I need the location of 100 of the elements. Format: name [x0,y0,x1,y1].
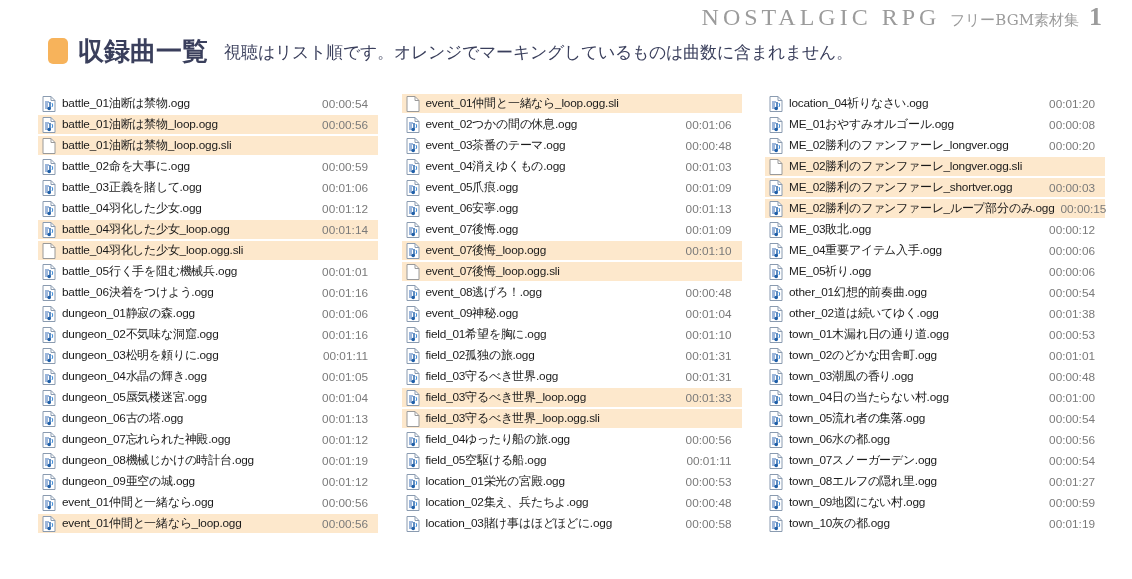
file-row[interactable]: event_01仲間と一緒なら_loop.ogg.sli [401,94,742,113]
file-name: event_04消えゆくもの.ogg [425,158,567,175]
file-name: battle_06決着をつけよう.ogg [62,284,215,301]
duration: 00:00:53 [1049,327,1095,342]
audio-file-icon [769,452,783,469]
file-row[interactable]: town_10灰の都.ogg 00:01:19 [765,514,1105,533]
file-row[interactable]: town_07スノーガーデン.ogg 00:00:54 [765,451,1105,470]
file-row[interactable]: event_03茶番のテーマ.ogg 00:00:48 [401,136,742,155]
file-row[interactable]: location_04祈りなさい.ogg 00:01:20 [765,94,1105,113]
file-row[interactable]: field_03守るべき世界_loop.ogg.sli [401,409,742,428]
file-row[interactable]: ME_02勝利のファンファーレ_shortver.ogg 00:00:03 [765,178,1105,197]
file-row[interactable]: town_05流れ者の集落.ogg 00:00:54 [765,409,1105,428]
file-row[interactable]: field_04ゆったり船の旅.ogg 00:00:56 [401,430,742,449]
duration: 00:01:10 [685,327,732,342]
file-row[interactable]: town_08エルフの隠れ里.ogg 00:01:27 [765,472,1105,491]
file-row[interactable]: dungeon_08機械じかけの時計台.ogg 00:01:19 [38,451,378,470]
file-row[interactable]: ME_04重要アイテム入手.ogg 00:00:06 [765,241,1105,260]
file-row[interactable]: dungeon_09亜空の城.ogg 00:01:12 [38,472,378,491]
file-row[interactable]: battle_05行く手を阻む機械兵.ogg 00:01:01 [38,262,378,281]
file-row[interactable]: battle_04羽化した少女_loop.ogg 00:01:14 [38,220,378,239]
file-row[interactable]: other_02道は続いてゆく.ogg 00:01:38 [765,304,1105,323]
file-row[interactable]: dungeon_05蜃気楼迷宮.ogg 00:01:04 [38,388,378,407]
file-name: other_01幻想的前奏曲.ogg [789,284,928,301]
file-row[interactable]: ME_05祈り.ogg 00:00:06 [765,262,1105,281]
file-row[interactable]: ME_02勝利のファンファーレ_longver.ogg.sli [765,157,1105,176]
file-row[interactable]: event_06安寧.ogg 00:01:13 [401,199,742,218]
audio-file-icon [42,410,56,427]
blank-file-icon [405,410,420,427]
file-row[interactable]: event_01仲間と一緒なら_loop.ogg 00:00:56 [38,514,378,533]
file-row[interactable]: dungeon_02不気味な洞窟.ogg 00:01:16 [38,325,378,344]
duration: 00:01:09 [685,222,732,237]
file-row[interactable]: event_02つかの間の休息.ogg 00:01:06 [401,115,742,134]
file-row[interactable]: battle_01油断は禁物_loop.ogg 00:00:56 [38,115,378,134]
file-row[interactable]: ME_02勝利のファンファーレ_longver.ogg 00:00:20 [765,136,1105,155]
file-row[interactable]: battle_04羽化した少女.ogg 00:01:12 [38,199,378,218]
audio-file-icon [405,473,420,490]
duration: 00:01:05 [322,369,368,384]
file-row[interactable]: location_03賭け事はほどほどに.ogg 00:00:58 [401,514,742,533]
duration: 00:00:54 [1049,411,1095,426]
file-row[interactable]: town_06水の都.ogg 00:00:56 [765,430,1105,449]
audio-file-icon [405,305,420,322]
duration: 00:01:04 [322,390,368,405]
duration: 00:01:19 [322,453,368,468]
file-row[interactable]: field_02孤独の旅.ogg 00:01:31 [401,346,742,365]
file-row[interactable]: battle_01油断は禁物_loop.ogg.sli [38,136,378,155]
file-row[interactable]: dungeon_01静寂の森.ogg 00:01:06 [38,304,378,323]
file-row[interactable]: event_07後悔.ogg 00:01:09 [401,220,742,239]
file-row[interactable]: town_03潮風の香り.ogg 00:00:48 [765,367,1105,386]
file-row[interactable]: ME_03敗北.ogg 00:00:12 [765,220,1105,239]
file-name: town_03潮風の香り.ogg [789,368,915,385]
file-row[interactable]: battle_04羽化した少女_loop.ogg.sli [38,241,378,260]
file-row[interactable]: field_03守るべき世界.ogg 00:01:31 [401,367,742,386]
file-row[interactable]: town_02のどかな田舎町.ogg 00:01:01 [765,346,1105,365]
duration: 00:00:08 [1049,117,1095,132]
file-row[interactable]: location_01栄光の宮殿.ogg 00:00:53 [401,472,742,491]
file-row[interactable]: event_01仲間と一緒なら.ogg 00:00:56 [38,493,378,512]
audio-file-icon [769,389,783,406]
file-row[interactable]: dungeon_06古の塔.ogg 00:01:13 [38,409,378,428]
audio-file-icon [769,242,783,259]
file-row[interactable]: town_09地図にない村.ogg 00:00:59 [765,493,1105,512]
audio-file-icon [42,116,56,133]
file-row[interactable]: battle_06決着をつけよう.ogg 00:01:16 [38,283,378,302]
file-row[interactable]: dungeon_07忘れられた神殿.ogg 00:01:12 [38,430,378,449]
file-row[interactable]: field_01希望を胸に.ogg 00:01:10 [401,325,742,344]
file-row[interactable]: other_01幻想的前奏曲.ogg 00:00:54 [765,283,1105,302]
audio-file-icon [405,452,420,469]
file-row[interactable]: field_03守るべき世界_loop.ogg 00:01:33 [401,388,742,407]
file-row[interactable]: town_04日の当たらない村.ogg 00:01:00 [765,388,1105,407]
file-row[interactable]: dungeon_03松明を頼りに.ogg 00:01:11 [38,346,378,365]
file-name: event_07後悔_loop.ogg [425,242,548,259]
file-row[interactable]: event_04消えゆくもの.ogg 00:01:03 [401,157,742,176]
file-name: dungeon_03松明を頼りに.ogg [62,347,220,364]
file-row[interactable]: location_02集え、兵たちよ.ogg 00:00:48 [401,493,742,512]
file-row[interactable]: field_05空駆ける船.ogg 00:01:11 [401,451,742,470]
file-row[interactable]: ME_01おやすみオルゴール.ogg 00:00:08 [765,115,1105,134]
file-row[interactable]: event_08逃げろ！.ogg 00:00:48 [401,283,742,302]
file-name: battle_01油断は禁物.ogg [62,95,191,112]
duration: 00:01:10 [685,243,732,258]
file-name: field_03守るべき世界_loop.ogg [425,389,588,406]
audio-file-icon [42,473,56,490]
file-row[interactable]: battle_03正義を賭して.ogg 00:01:06 [38,178,378,197]
file-name: dungeon_06古の塔.ogg [62,410,185,427]
audio-file-icon [769,221,783,238]
file-row[interactable]: event_07後悔_loop.ogg.sli [401,262,742,281]
page-title: 収録曲一覧 [78,34,208,68]
duration: 00:00:48 [685,138,732,153]
file-name: town_10灰の都.ogg [789,515,891,532]
file-row[interactable]: event_05爪痕.ogg 00:01:09 [401,178,742,197]
file-row[interactable]: dungeon_04水晶の輝き.ogg 00:01:05 [38,367,378,386]
file-name: event_01仲間と一緒なら_loop.ogg [62,515,243,532]
file-row[interactable]: event_07後悔_loop.ogg 00:01:10 [401,241,742,260]
file-row[interactable]: battle_02命を大事に.ogg 00:00:59 [38,157,378,176]
file-row[interactable]: event_09神秘.ogg 00:01:04 [401,304,742,323]
file-name: event_07後悔_loop.ogg.sli [425,263,561,280]
file-name: town_04日の当たらない村.ogg [789,389,950,406]
file-row[interactable]: ME_02勝利のファンファーレ_ループ部分のみ.ogg 00:00:15 [765,199,1105,218]
file-name: ME_04重要アイテム入手.ogg [789,242,943,259]
audio-file-icon [769,284,783,301]
file-row[interactable]: battle_01油断は禁物.ogg 00:00:54 [38,94,378,113]
file-row[interactable]: town_01木漏れ日の通り道.ogg 00:00:53 [765,325,1105,344]
